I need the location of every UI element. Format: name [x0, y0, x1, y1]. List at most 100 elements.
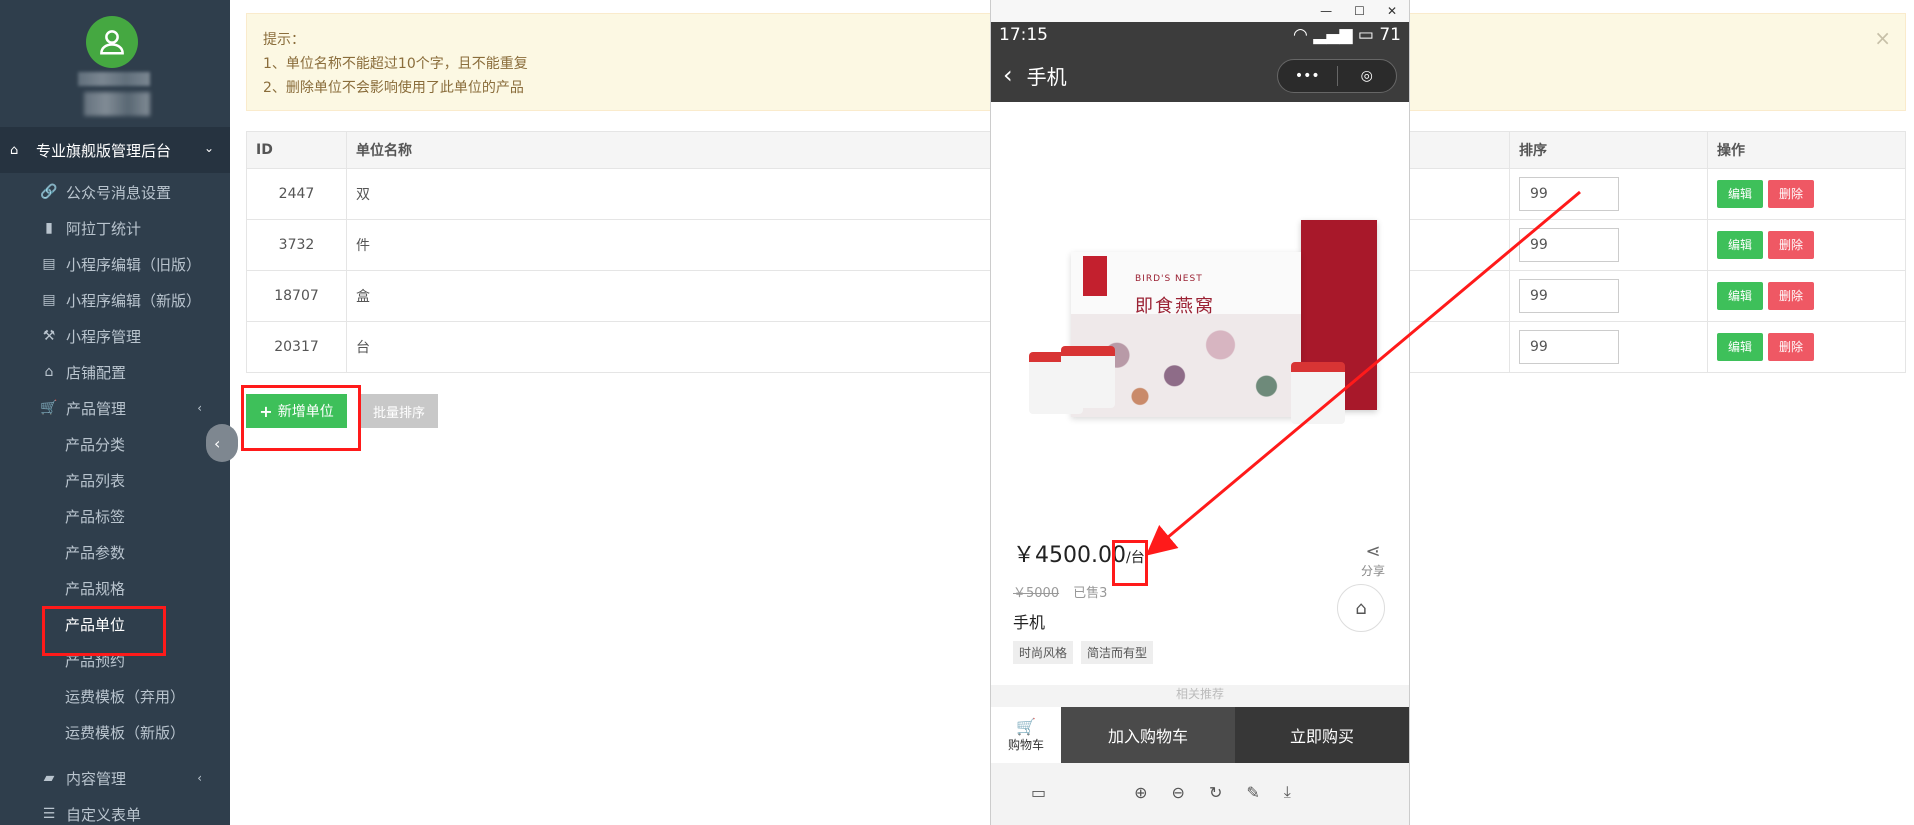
- sidebar-sub-label: 产品列表: [65, 471, 126, 490]
- related-header: 相关推荐: [991, 685, 1409, 707]
- sidebar-root-menu[interactable]: ⌂ 专业旗舰版管理后台 ⌄: [0, 127, 230, 173]
- list-icon: ☰: [42, 806, 56, 822]
- sidebar-item-label: 阿拉丁统计: [66, 219, 142, 238]
- delete-button[interactable]: 删除: [1768, 231, 1815, 259]
- link-icon: 🔗: [40, 184, 58, 200]
- sidebar-sub-product-tags[interactable]: 产品标签: [0, 498, 230, 534]
- cart-icon: 🛒: [40, 400, 58, 416]
- sidebar-item-editor-new[interactable]: ▤ 小程序编辑（新版）: [0, 282, 230, 318]
- sidebar-root-label: 专业旗舰版管理后台: [36, 141, 172, 160]
- sidebar-item-label: 小程序编辑（新版）: [66, 291, 202, 310]
- edit-button[interactable]: 编辑: [1717, 333, 1764, 361]
- chevron-left-icon: ‹: [197, 771, 202, 785]
- sidebar-sub-product-specs[interactable]: 产品规格: [0, 570, 230, 606]
- sidebar-item-store-config[interactable]: ⌂ 店铺配置: [0, 354, 230, 390]
- product-name: 手机: [1013, 613, 1046, 632]
- highlight-product-unit: [42, 606, 166, 656]
- sort-input[interactable]: 99: [1519, 279, 1619, 313]
- sidebar-item-label: 公众号消息设置: [66, 183, 172, 202]
- avatar[interactable]: [86, 16, 138, 68]
- sidebar-item-label: 产品管理: [66, 399, 127, 418]
- status-icons: ◠ ▂▄▆ ▭ 71: [1293, 25, 1401, 45]
- sidebar-collapse-button[interactable]: ‹: [206, 424, 238, 462]
- sort-input[interactable]: 99: [1519, 228, 1619, 262]
- back-icon[interactable]: ‹: [1003, 61, 1013, 89]
- edit-button[interactable]: 编辑: [1717, 180, 1764, 208]
- delete-button[interactable]: 删除: [1768, 180, 1815, 208]
- sidebar-sub-label: 产品规格: [65, 579, 126, 598]
- cart-button[interactable]: 🛒 购物车: [991, 707, 1061, 763]
- sidebar-item-product-mgmt[interactable]: 🛒 产品管理 ‹: [0, 390, 230, 426]
- sidebar-item-wechat-msg[interactable]: 🔗 公众号消息设置: [0, 174, 230, 210]
- cell-id: 20317: [246, 321, 347, 373]
- product-tags: 时尚风格 简洁而有型: [1013, 641, 1154, 664]
- sidebar-sub-product-category[interactable]: 产品分类: [0, 426, 230, 462]
- edit-button[interactable]: 编辑: [1717, 282, 1764, 310]
- cell-id: 2447: [246, 168, 347, 220]
- sidebar-sub-label: 产品标签: [65, 507, 126, 526]
- screen-icon[interactable]: ▭: [1031, 783, 1046, 802]
- share-label: 分享: [1360, 564, 1385, 578]
- buy-now-button[interactable]: 立即购买: [1235, 707, 1409, 763]
- cell-id: 18707: [246, 270, 347, 322]
- zoom-in-icon[interactable]: ⊕: [1134, 783, 1147, 802]
- delete-button[interactable]: 删除: [1768, 333, 1815, 361]
- home-floating-button[interactable]: ⌂: [1337, 584, 1385, 632]
- battery-icon: ▭: [1357, 25, 1374, 45]
- bar-chart-icon: ▮: [45, 220, 53, 236]
- close-miniapp-icon[interactable]: ◎: [1338, 68, 1397, 84]
- home-icon: ⌂: [10, 142, 19, 158]
- col-header-id: ID: [246, 131, 347, 169]
- sidebar-item-custom-form[interactable]: ☰ 自定义表单: [0, 796, 230, 825]
- blurred-username-detail: [84, 92, 150, 116]
- original-price: ￥5000: [1013, 586, 1060, 601]
- phone-nav-bar: ‹ 手机 ••• ◎: [991, 48, 1409, 102]
- sidebar: ⌂ 专业旗舰版管理后台 ⌄ 🔗 公众号消息设置 ▮ 阿拉丁统计 ▤ 小程序编辑（…: [0, 0, 230, 825]
- sidebar-item-editor-old[interactable]: ▤ 小程序编辑（旧版）: [0, 246, 230, 282]
- window-controls: — ☐ ✕: [991, 0, 1409, 22]
- share-icon: ⋖: [1365, 541, 1381, 562]
- minimize-icon[interactable]: —: [1320, 4, 1332, 18]
- sort-input[interactable]: 99: [1519, 177, 1619, 211]
- sidebar-sub-label: 运费模板（弃用）: [65, 687, 186, 706]
- sidebar-sub-label: 产品参数: [65, 543, 126, 562]
- product-jar: [1291, 362, 1345, 424]
- sidebar-sub-product-list[interactable]: 产品列表: [0, 462, 230, 498]
- product-tag: 时尚风格: [1013, 641, 1074, 664]
- close-icon[interactable]: ✕: [1387, 4, 1397, 18]
- cell-id: 3732: [246, 219, 347, 271]
- price-value: ￥4500.00: [1013, 543, 1126, 568]
- edit-button[interactable]: 编辑: [1717, 231, 1764, 259]
- sidebar-item-label: 小程序编辑（旧版）: [66, 255, 202, 274]
- download-icon[interactable]: ⤓: [1284, 782, 1291, 802]
- close-icon[interactable]: ×: [1874, 26, 1891, 50]
- signal-icon: ▂▄▆: [1313, 25, 1353, 45]
- rotate-icon[interactable]: ↻: [1209, 783, 1222, 802]
- sidebar-sub-label: 产品分类: [65, 435, 126, 454]
- sort-input[interactable]: 99: [1519, 330, 1619, 364]
- price-section: ￥4500.00/台 ￥5000 已售3 手机 时尚风格 简洁而有型 ⋖ 分享 ⌂: [991, 537, 1409, 685]
- miniapp-capsule: ••• ◎: [1277, 59, 1397, 93]
- highlight-price-unit: [1112, 540, 1148, 586]
- home-icon: ⌂: [1355, 597, 1367, 619]
- user-icon: [100, 30, 124, 55]
- share-button[interactable]: ⋖ 分享: [1353, 541, 1393, 579]
- sidebar-sub-shipping-new[interactable]: 运费模板（新版）: [0, 714, 230, 750]
- sidebar-item-aladdin[interactable]: ▮ 阿拉丁统计: [0, 210, 230, 246]
- sold-count: 已售3: [1073, 586, 1108, 601]
- sidebar-sub-shipping-old[interactable]: 运费模板（弃用）: [0, 678, 230, 714]
- zoom-out-icon[interactable]: ⊖: [1172, 783, 1185, 802]
- folder-icon: ▰: [43, 770, 55, 786]
- chevron-left-icon: ‹: [197, 401, 202, 415]
- delete-button[interactable]: 删除: [1768, 282, 1815, 310]
- sidebar-item-miniapp-mgmt[interactable]: ⚒ 小程序管理: [0, 318, 230, 354]
- highlight-add-button: [241, 385, 361, 451]
- sidebar-sub-product-params[interactable]: 产品参数: [0, 534, 230, 570]
- more-icon[interactable]: •••: [1278, 68, 1337, 84]
- sidebar-item-content-mgmt[interactable]: ▰ 内容管理 ‹: [0, 760, 230, 796]
- batch-sort-button[interactable]: 批量排序: [360, 394, 438, 428]
- maximize-icon[interactable]: ☐: [1354, 4, 1365, 18]
- original-price-row: ￥5000 已售3: [1013, 582, 1107, 601]
- edit-icon[interactable]: ✎: [1246, 783, 1259, 802]
- add-to-cart-button[interactable]: 加入购物车: [1061, 707, 1235, 763]
